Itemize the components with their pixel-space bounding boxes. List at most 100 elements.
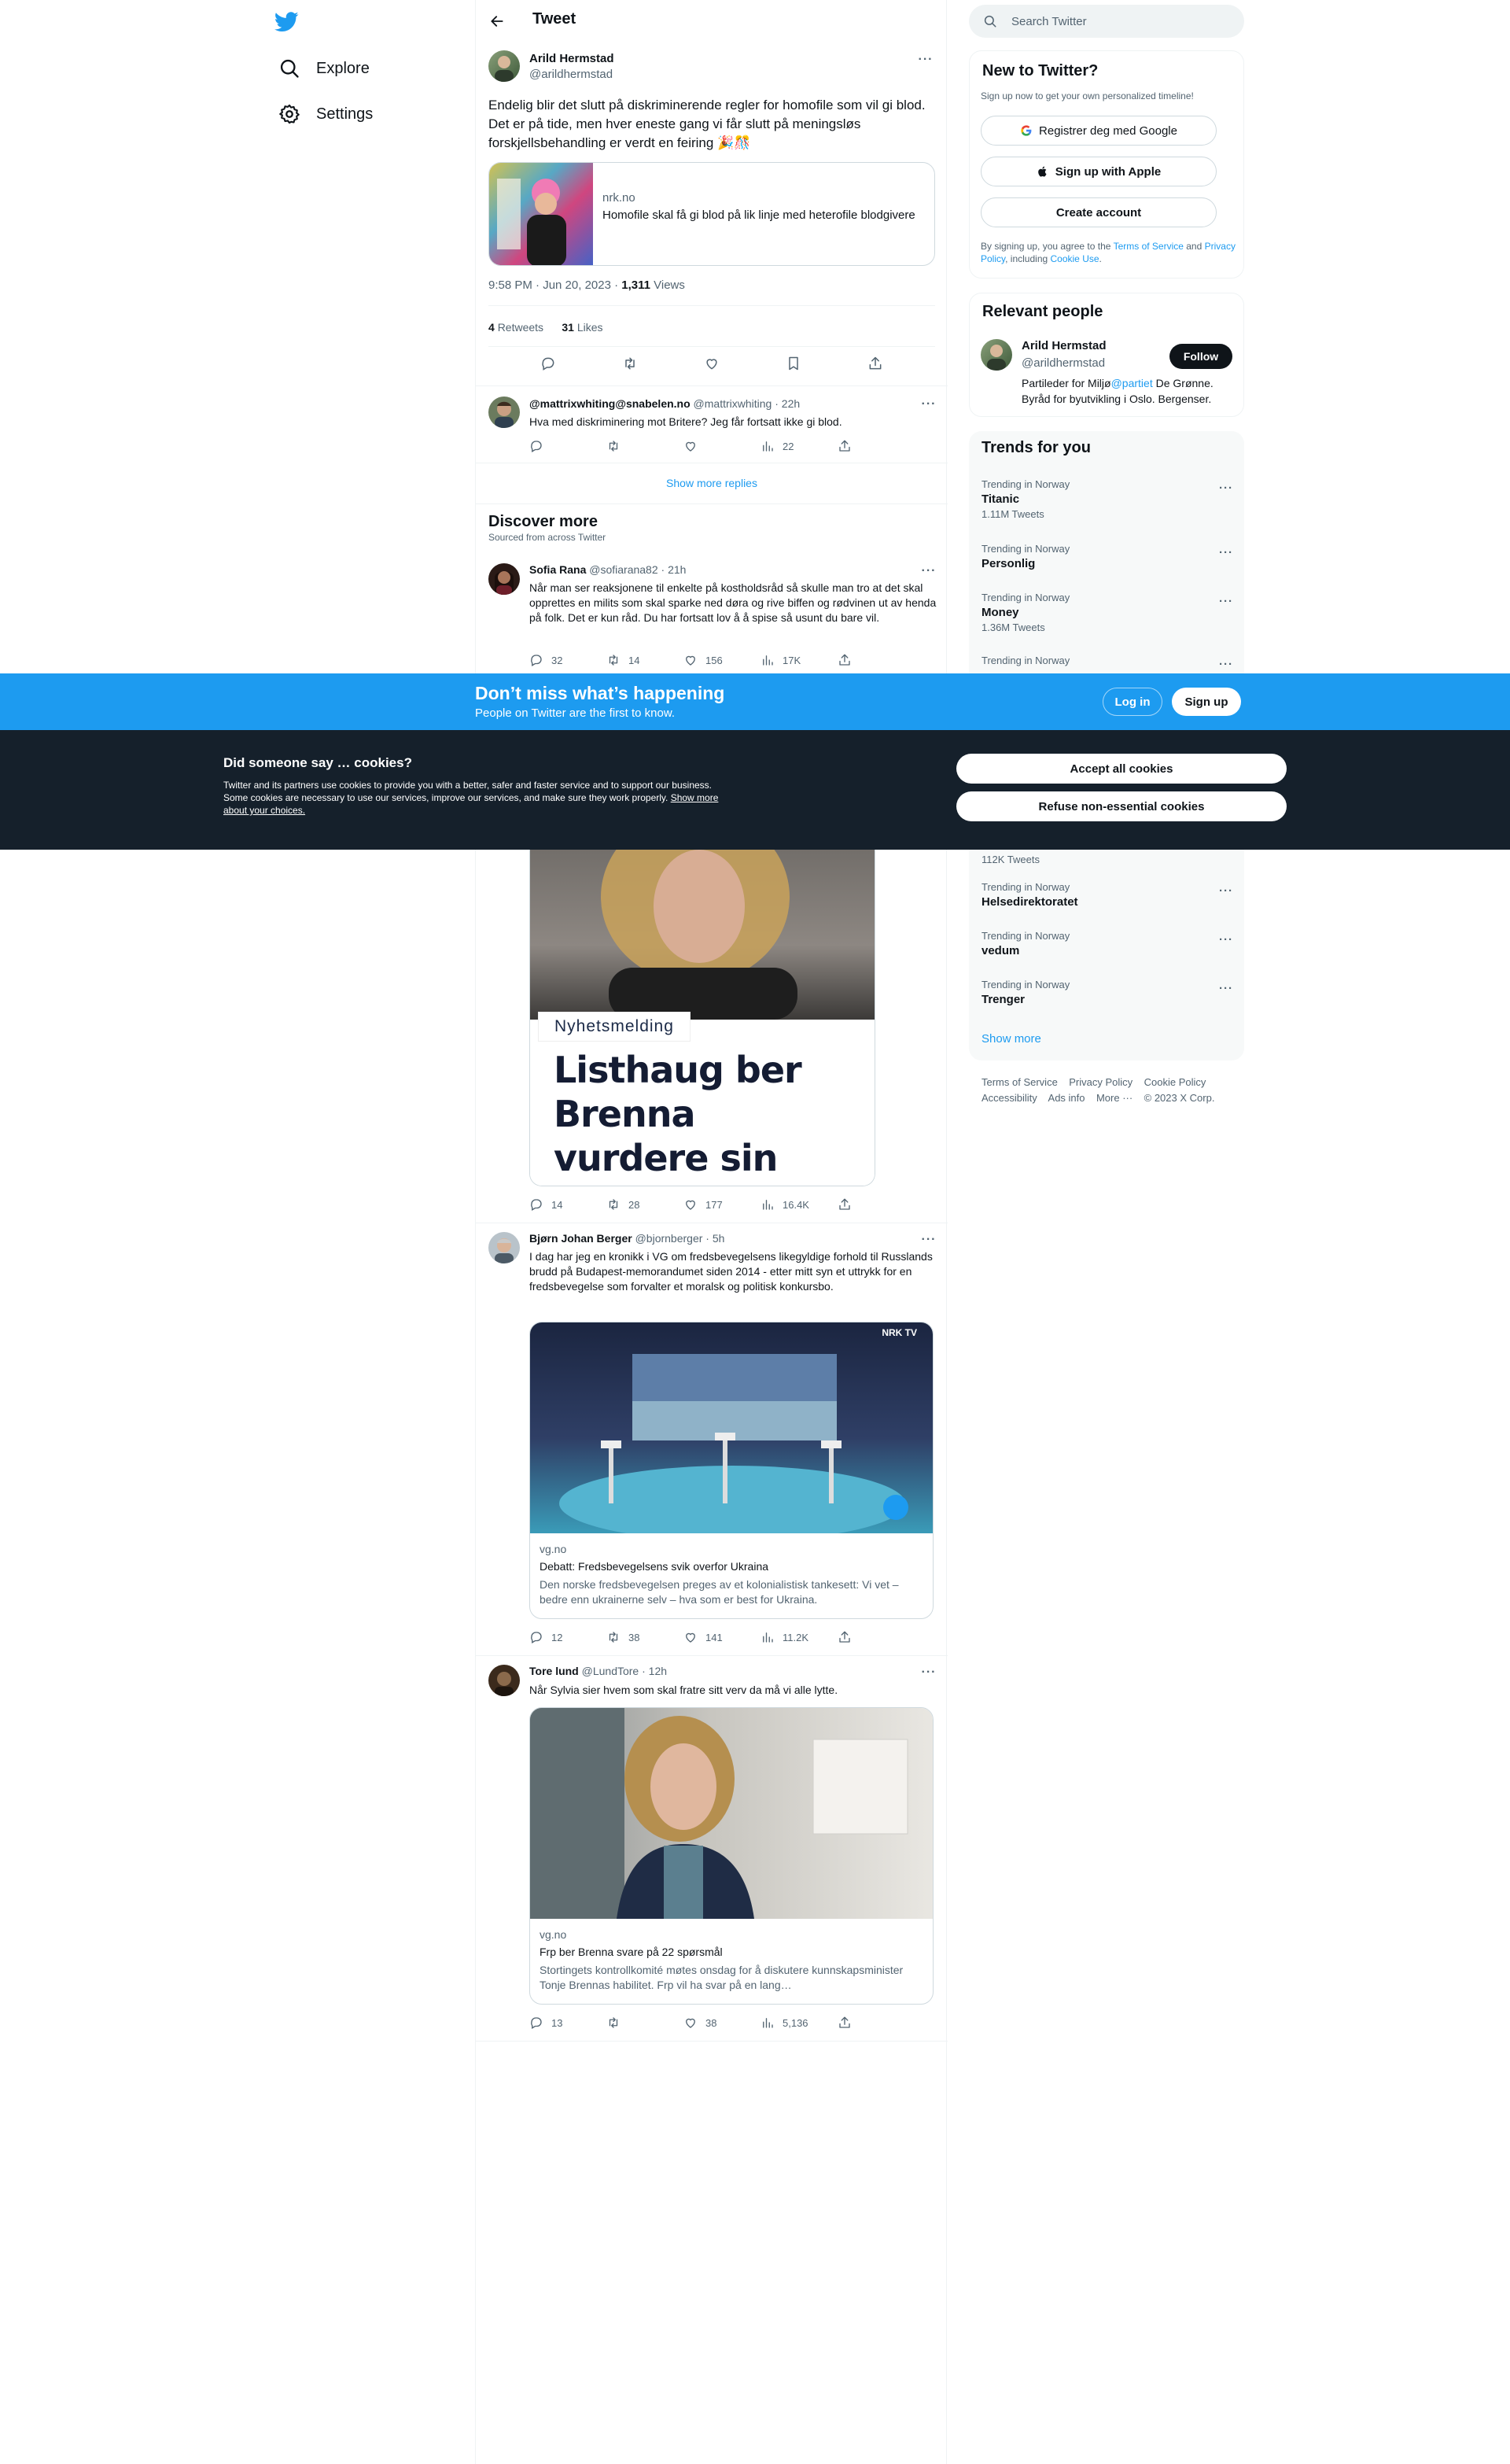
bio-mention-link[interactable]: @partiet [1111,377,1153,389]
trend-item[interactable]: Trending in Norway ··· [982,655,1233,671]
reply-author-name[interactable]: @mattrixwhiting@snabelen.no [529,397,691,410]
google-signup-button[interactable]: Registrer deg med Google [981,116,1217,146]
retweet-icon[interactable] [622,356,638,371]
views-button[interactable]: 5,136 [761,2016,838,2030]
avatar[interactable] [488,50,520,82]
tweet-time[interactable]: 9:58 PM · Jun 20, 2023 · [488,278,621,292]
avatar[interactable] [488,1665,520,1696]
avatar[interactable] [981,339,1012,371]
share-icon[interactable] [867,356,883,371]
terms-link[interactable]: Terms of Service [1114,241,1184,252]
author-name[interactable]: Tore lund [529,1665,579,1677]
link-card[interactable]: nrk.no Homofile skal få gi blod på lik l… [488,162,935,266]
share-button[interactable] [838,653,852,667]
author-handle[interactable]: @LundTore · 12h [582,1665,667,1677]
reply-author-handle[interactable]: @mattrixwhiting · 22h [694,397,801,410]
nav-explore[interactable]: Explore [269,49,379,88]
like-button[interactable]: 141 [683,1630,761,1644]
more-icon[interactable]: ··· [915,52,937,68]
reply-button[interactable]: 32 [529,653,606,667]
reply-button[interactable]: 12 [529,1630,606,1644]
trend-item[interactable]: Trending in Norway Personlig ··· [982,543,1233,570]
reply-icon[interactable] [540,356,556,371]
trend-item[interactable]: Trending in Norway Trenger ··· [982,979,1233,1006]
retweet-button[interactable] [606,2016,683,2030]
author-handle[interactable]: @sofiarana82 · 21h [589,563,686,576]
avatar[interactable] [488,563,520,595]
person-name[interactable]: Arild Hermstad [1022,339,1107,352]
retweet-button[interactable]: 14 [606,653,683,667]
like-button[interactable]: 177 [683,1197,761,1212]
link-card[interactable]: vg.no Frp ber Brenna svare på 22 spørsmå… [529,1707,934,2005]
more-icon[interactable]: ··· [918,397,940,412]
more-icon[interactable]: ··· [918,1665,940,1680]
trend-item[interactable]: Trending in Norway Helsedirektoratet ··· [982,881,1233,909]
more-icon[interactable]: ··· [1219,658,1233,671]
more-icon[interactable]: ··· [1219,982,1233,995]
likes-stat[interactable]: 31 Likes [562,321,602,334]
trend-item[interactable]: Trending in Norway Money 1.36M Tweets ··… [982,592,1233,633]
more-icon[interactable]: ··· [1219,546,1233,559]
trend-item[interactable]: 112K Tweets [982,851,1233,865]
share-button[interactable] [838,2016,852,2030]
author-name[interactable]: Arild Hermstad [529,52,614,65]
avatar[interactable] [488,1232,520,1263]
retweet-button[interactable]: 28 [606,1197,683,1212]
like-button[interactable]: 156 [683,653,761,667]
refuse-cookies-button[interactable]: Refuse non-essential cookies [956,791,1287,821]
retweet-button[interactable]: 38 [606,1630,683,1644]
accept-cookies-button[interactable]: Accept all cookies [956,754,1287,784]
footer-link[interactable]: Accessibility [982,1092,1037,1104]
login-button[interactable]: Log in [1103,688,1162,716]
more-icon[interactable]: ··· [918,1232,940,1248]
more-icon[interactable]: ··· [1219,933,1233,946]
author-handle[interactable]: @arildhermstad [529,68,613,81]
person-handle[interactable]: @arildhermstad [1022,356,1105,370]
views-button[interactable]: 22 [761,439,838,453]
like-button[interactable]: 38 [683,2016,761,2030]
views-button[interactable]: 11.2K [761,1630,838,1644]
trend-item[interactable]: Trending in Norway Titanic 1.11M Tweets … [982,478,1233,520]
reply-button[interactable]: 13 [529,2016,606,2030]
like-button[interactable] [683,439,761,453]
retweet-button[interactable] [606,439,683,453]
show-more-trends-link[interactable]: Show more [982,1032,1041,1046]
follow-button[interactable]: Follow [1169,344,1232,369]
signup-button[interactable]: Sign up [1172,688,1241,716]
author-name[interactable]: Sofia Rana [529,563,586,576]
twitter-logo-icon[interactable] [274,9,302,35]
share-button[interactable] [838,439,852,453]
footer-link[interactable]: Cookie Policy [1144,1076,1206,1088]
show-more-replies-link[interactable]: Show more replies [476,477,948,489]
reply-button[interactable] [529,439,606,453]
retweets-stat[interactable]: 4 Retweets [488,321,543,334]
nav-settings[interactable]: Settings [269,94,382,134]
views-button[interactable]: 16.4K [761,1197,838,1212]
share-icon [839,1631,850,1643]
back-button[interactable] [484,8,510,35]
footer-link[interactable]: Terms of Service [982,1076,1058,1088]
footer-link[interactable]: Ads info [1048,1092,1085,1104]
footer-link[interactable]: More ··· [1096,1092,1132,1104]
more-icon[interactable]: ··· [1219,595,1233,608]
author-handle[interactable]: @bjornberger · 5h [635,1232,725,1245]
more-icon[interactable]: ··· [1219,884,1233,898]
more-icon[interactable]: ··· [1219,481,1233,495]
heart-icon[interactable] [704,356,720,371]
share-button[interactable] [838,1197,852,1212]
reply-button[interactable]: 14 [529,1197,606,1212]
create-account-button[interactable]: Create account [981,197,1217,227]
cookie-use-link[interactable]: Cookie Use [1051,253,1099,264]
footer-link[interactable]: Privacy Policy [1069,1076,1132,1088]
search-input[interactable]: Search Twitter [969,5,1244,38]
views-button[interactable]: 17K [761,653,838,667]
author-name[interactable]: Bjørn Johan Berger [529,1232,632,1245]
tweet-image[interactable]: Nyhetsmelding Listhaug ber Brenna vurder… [529,834,875,1186]
trend-item[interactable]: Trending in Norway vedum ··· [982,930,1233,957]
apple-signup-button[interactable]: Sign up with Apple [981,157,1217,186]
link-card[interactable]: NRK TV vg.no Debatt: Fredsbevegelsens sv… [529,1322,934,1619]
bookmark-icon[interactable] [786,356,801,371]
share-button[interactable] [838,1630,852,1644]
more-icon[interactable]: ··· [918,563,940,579]
avatar[interactable] [488,397,520,428]
